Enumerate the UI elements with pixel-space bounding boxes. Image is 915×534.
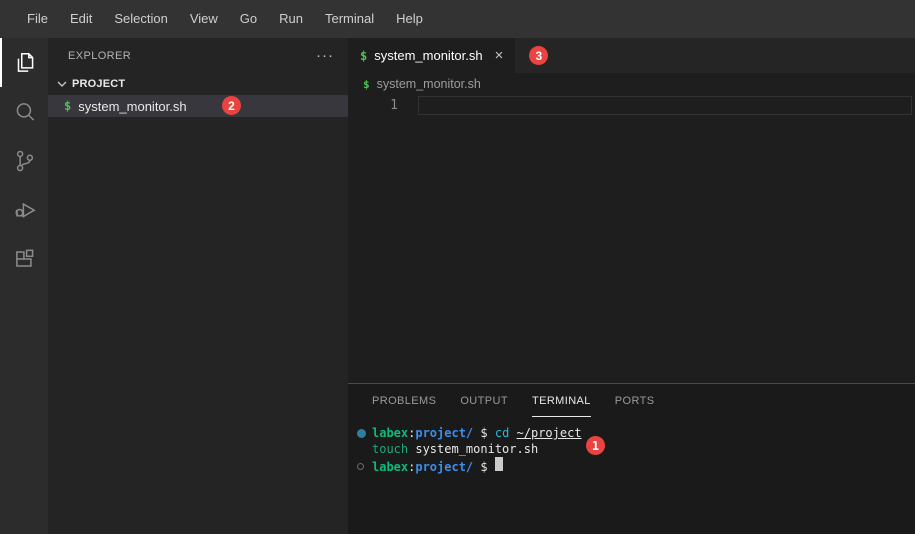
command-cd: cd — [494, 426, 510, 440]
terminal-line-2: touch system_monitor.sh — [356, 441, 915, 457]
menu-run[interactable]: Run — [268, 0, 314, 38]
breadcrumb[interactable]: $ system_monitor.sh — [348, 73, 915, 95]
menu-selection[interactable]: Selection — [103, 0, 178, 38]
vscode-window: File Edit Selection View Go Run Terminal… — [0, 0, 915, 534]
run-and-debug-icon[interactable] — [0, 185, 48, 234]
bottom-panel: PROBLEMS OUTPUT TERMINAL PORTS labex: pro… — [348, 383, 915, 534]
sidebar-title: EXPLORER — [68, 49, 132, 62]
shell-file-icon: $ — [360, 48, 368, 63]
terminal-line-1: labex: project/ $ cd ~/project — [356, 425, 915, 441]
shell-file-icon: $ — [64, 99, 72, 113]
file-item-system-monitor[interactable]: $ system_monitor.sh 2 — [48, 95, 348, 117]
step-badge-2: 2 — [222, 96, 241, 115]
terminal-cursor — [494, 457, 503, 471]
tab-ports[interactable]: PORTS — [615, 385, 655, 417]
chevron-down-icon — [57, 81, 67, 87]
tab-system-monitor[interactable]: $ system_monitor.sh × — [348, 38, 516, 73]
activity-bar — [0, 38, 48, 534]
menu-help[interactable]: Help — [385, 0, 434, 38]
prompt-dollar: $ — [473, 426, 495, 440]
sidebar-header: EXPLORER ··· — [48, 38, 348, 73]
command-pending-indicator-icon — [356, 458, 372, 474]
sidebar-section-project[interactable]: PROJECT — [48, 73, 348, 95]
menu-edit[interactable]: Edit — [59, 0, 103, 38]
file-name: system_monitor.sh — [78, 98, 187, 114]
more-actions-icon[interactable]: ··· — [316, 48, 334, 63]
prompt-dir: project/ — [415, 460, 474, 474]
tab-problems[interactable]: PROBLEMS — [372, 385, 436, 417]
search-icon[interactable] — [0, 87, 48, 136]
panel-tab-bar: PROBLEMS OUTPUT TERMINAL PORTS — [348, 384, 915, 418]
step-badge-3: 3 — [529, 46, 549, 65]
menu-view[interactable]: View — [179, 0, 229, 38]
step-badge-1: 1 — [586, 436, 605, 455]
extensions-icon[interactable] — [0, 234, 48, 283]
prompt-colon: : — [408, 426, 416, 440]
explorer-sidebar: EXPLORER ··· PROJECT $ system_monitor.sh… — [48, 38, 348, 534]
terminal-line-3: labex: project/ $ — [356, 457, 915, 475]
command-cd-arg: ~/project — [516, 426, 582, 440]
breadcrumb-label: system_monitor.sh — [376, 77, 481, 91]
explorer-icon[interactable] — [0, 38, 48, 87]
tab-label: system_monitor.sh — [374, 48, 483, 63]
menu-bar: File Edit Selection View Go Run Terminal… — [0, 0, 915, 38]
editor-tab-bar: $ system_monitor.sh × 3 — [348, 38, 915, 73]
prompt-user: labex — [372, 460, 409, 474]
menu-go[interactable]: Go — [229, 0, 268, 38]
line-number: 1 — [390, 98, 398, 113]
editor-area[interactable]: 1 — [348, 95, 915, 383]
menu-terminal[interactable]: Terminal — [314, 0, 385, 38]
prompt-dir: project/ — [415, 426, 474, 440]
terminal-content[interactable]: labex: project/ $ cd ~/project touch syst… — [348, 418, 915, 534]
menu-file[interactable]: File — [16, 0, 59, 38]
prompt-user: labex — [372, 426, 409, 440]
command-touch: touch — [372, 442, 409, 456]
section-label: PROJECT — [72, 78, 126, 90]
command-touch-arg: system_monitor.sh — [415, 442, 539, 456]
source-control-icon[interactable] — [0, 136, 48, 185]
tab-output[interactable]: OUTPUT — [460, 385, 508, 417]
current-line-highlight — [418, 96, 912, 115]
command-executed-indicator-icon — [356, 425, 372, 441]
close-icon[interactable]: × — [493, 47, 506, 64]
tab-terminal[interactable]: TERMINAL — [531, 385, 591, 417]
shell-file-icon: $ — [363, 77, 370, 91]
